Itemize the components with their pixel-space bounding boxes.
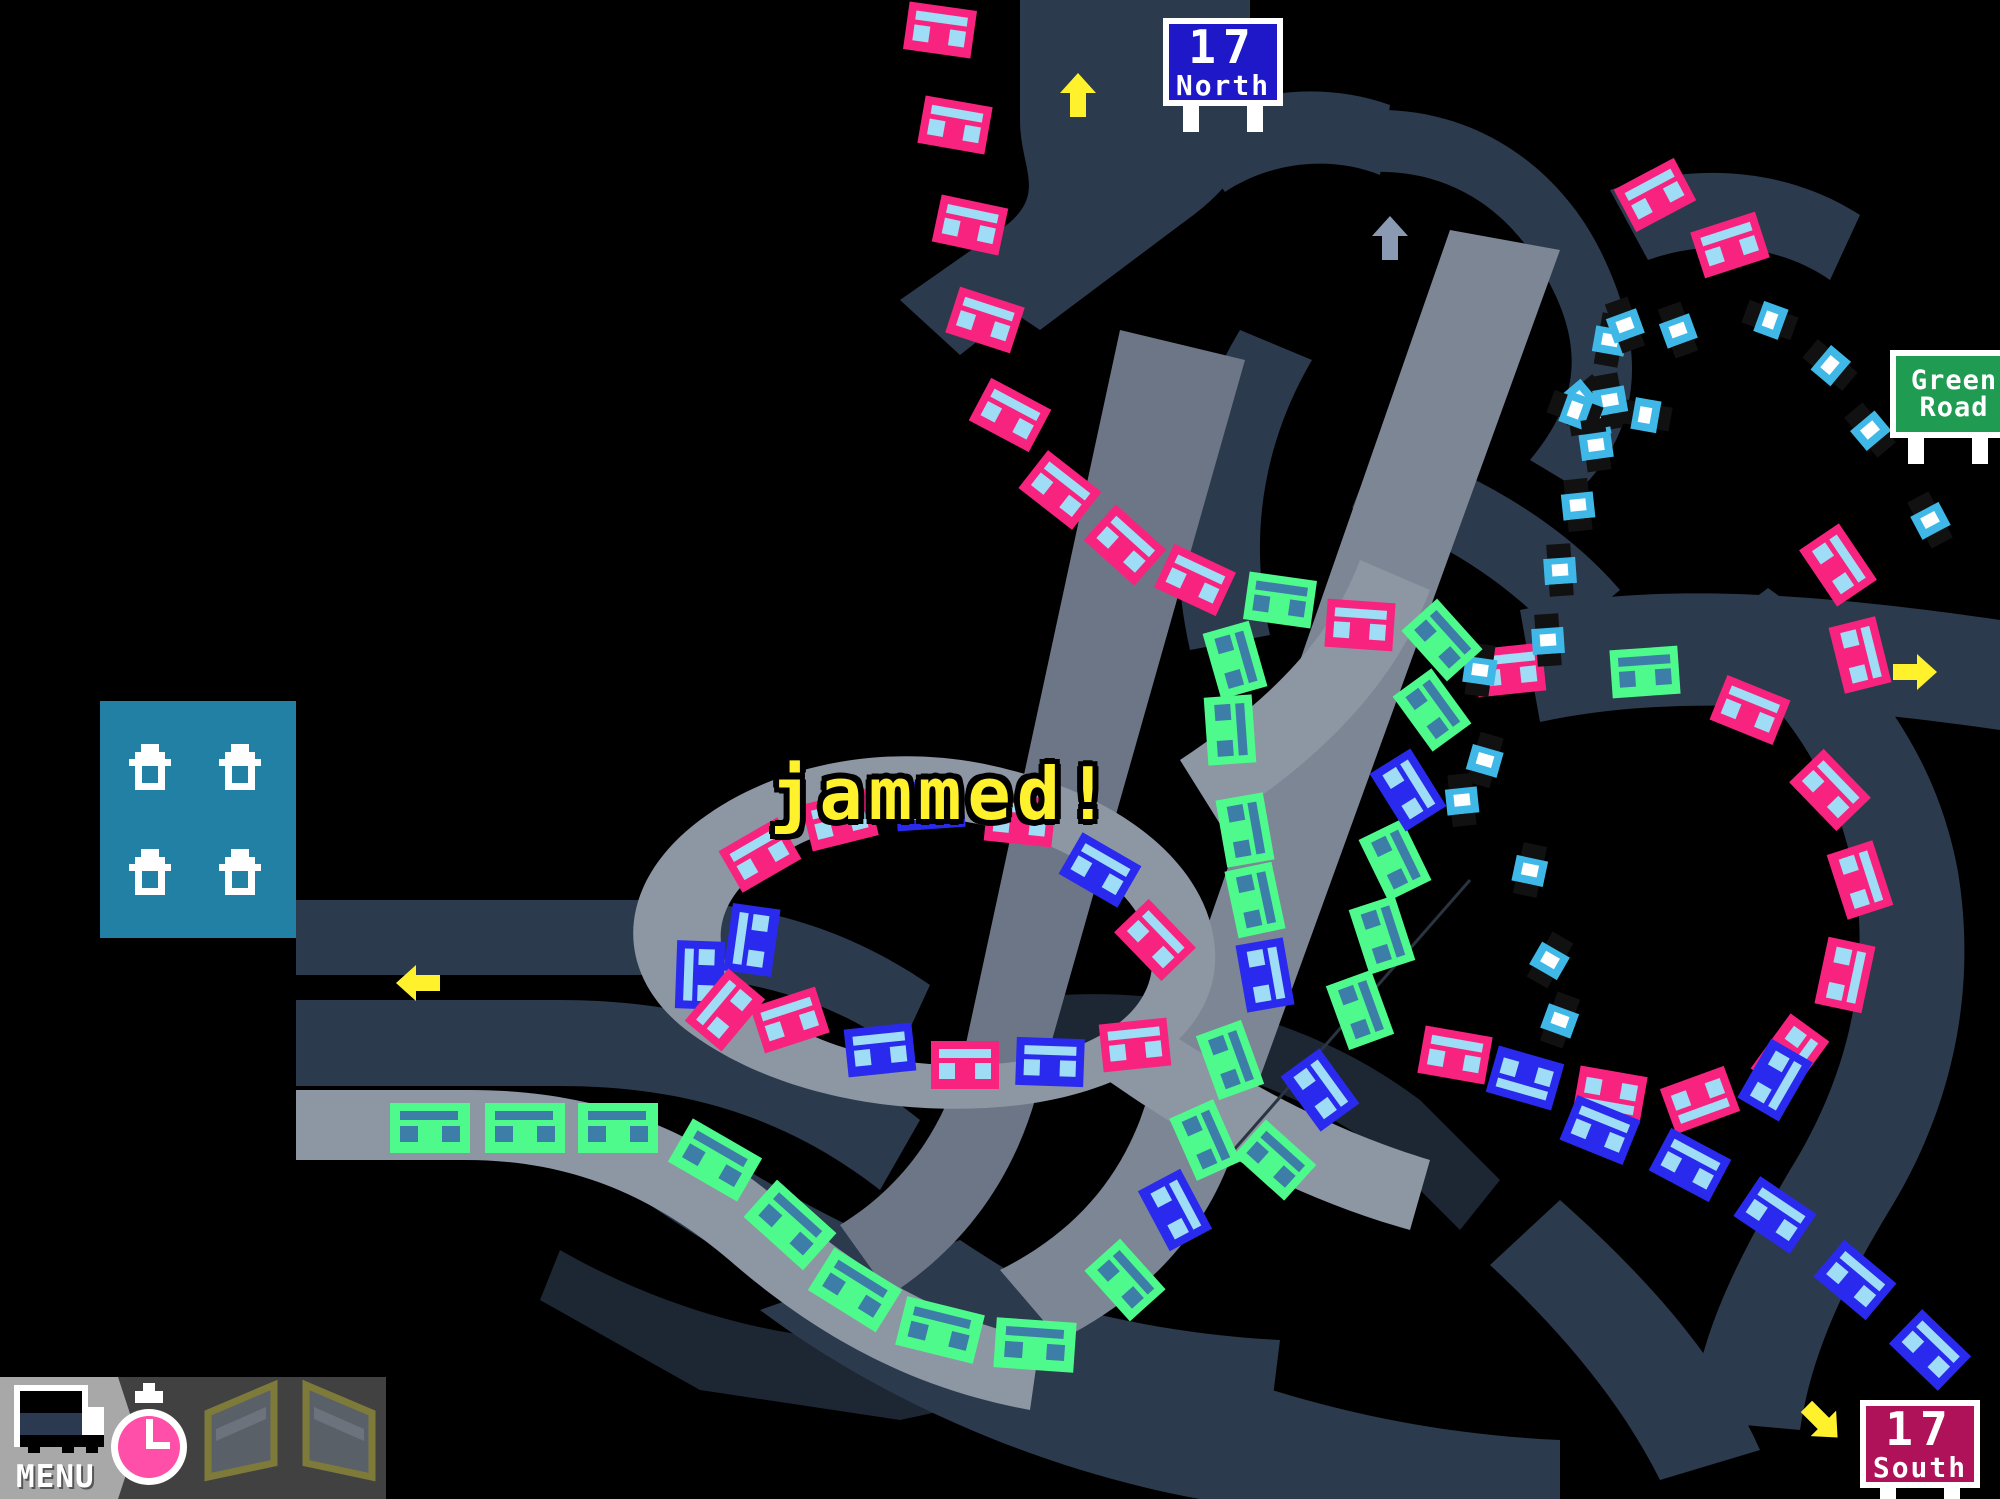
arrow-south-down-icon [1800, 1400, 1838, 1438]
sign-direction: South [1872, 1451, 1968, 1484]
sign-direction: North [1175, 69, 1271, 102]
route-sign-17-north[interactable]: 17 North [1163, 18, 1283, 132]
sign-route-number: 17 [1188, 20, 1258, 74]
arrow-north-top-icon [1060, 73, 1096, 117]
bridge-right-tool[interactable] [296, 1377, 378, 1499]
route-sign-green-road[interactable]: Green Road [1890, 350, 2000, 464]
timer-button[interactable] [108, 1377, 190, 1499]
arrow-west-left-icon [396, 965, 440, 1001]
sign-legs [1860, 1488, 1980, 1499]
bridge-right-icon [302, 1379, 376, 1482]
arrow-east-right-icon [1893, 654, 1937, 690]
arrow-north-faded-icon [1372, 216, 1408, 260]
sign-line-2: Road [1919, 392, 1989, 423]
sign-board: 17 North [1163, 18, 1283, 106]
route-sign-17-south[interactable]: 17 South [1860, 1400, 1980, 1499]
game-viewport[interactable]: jammed! 17 North Green Road 17 South MEN… [0, 0, 2000, 1499]
sign-board: Green Road [1890, 350, 2000, 438]
stopwatch-icon [111, 1383, 187, 1485]
sign-route-number: 17 [1885, 1402, 1955, 1456]
sign-board: 17 South [1860, 1400, 1980, 1488]
bridge-left-icon [204, 1379, 278, 1482]
bridge-left-tool[interactable] [202, 1377, 284, 1499]
status-banner: jammed! [766, 749, 1116, 840]
sign-legs [1890, 438, 2000, 464]
direction-arrow-layer [396, 73, 1937, 1438]
bottom-toolbar[interactable]: MENU [0, 1377, 386, 1499]
sign-line-1: Green [1910, 365, 1998, 396]
sign-legs [1163, 106, 1283, 132]
